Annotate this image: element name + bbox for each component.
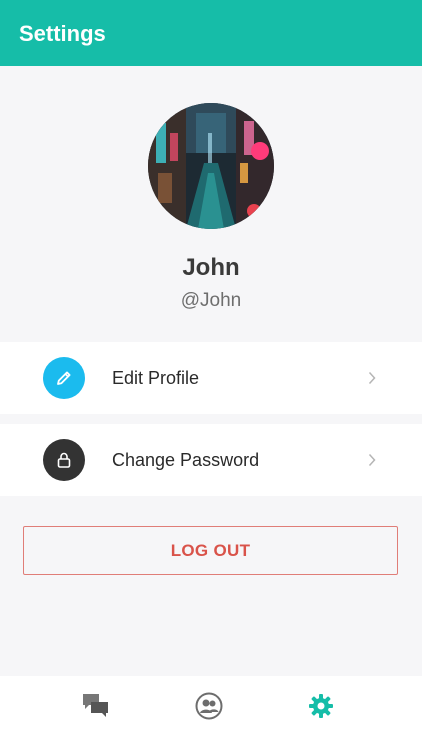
- page-title: Settings: [19, 21, 106, 46]
- logout-label: LOG OUT: [170, 540, 251, 560]
- lock-icon: [43, 439, 85, 481]
- avatar[interactable]: [148, 103, 274, 229]
- nav-settings[interactable]: [271, 676, 371, 736]
- nav-chats[interactable]: [46, 676, 146, 736]
- gear-icon: [309, 694, 333, 718]
- edit-profile-label: Edit Profile: [112, 368, 200, 388]
- chevron-right-icon: [368, 371, 376, 390]
- change-password-label: Change Password: [112, 450, 260, 470]
- people-icon: [195, 692, 223, 720]
- chevron-right-icon: [368, 453, 376, 472]
- profile-handle: @John: [180, 290, 242, 311]
- logout-button[interactable]: LOG OUT: [23, 526, 398, 575]
- pencil-icon: [43, 357, 85, 399]
- nav-contacts[interactable]: [159, 676, 259, 736]
- change-password-row[interactable]: Change Password: [23, 424, 398, 496]
- profile-name: John: [182, 254, 240, 281]
- app-header: Settings: [0, 0, 422, 66]
- chat-bubbles-icon: [83, 694, 108, 717]
- edit-profile-row[interactable]: Edit Profile: [23, 342, 398, 414]
- bottom-nav: [0, 676, 422, 750]
